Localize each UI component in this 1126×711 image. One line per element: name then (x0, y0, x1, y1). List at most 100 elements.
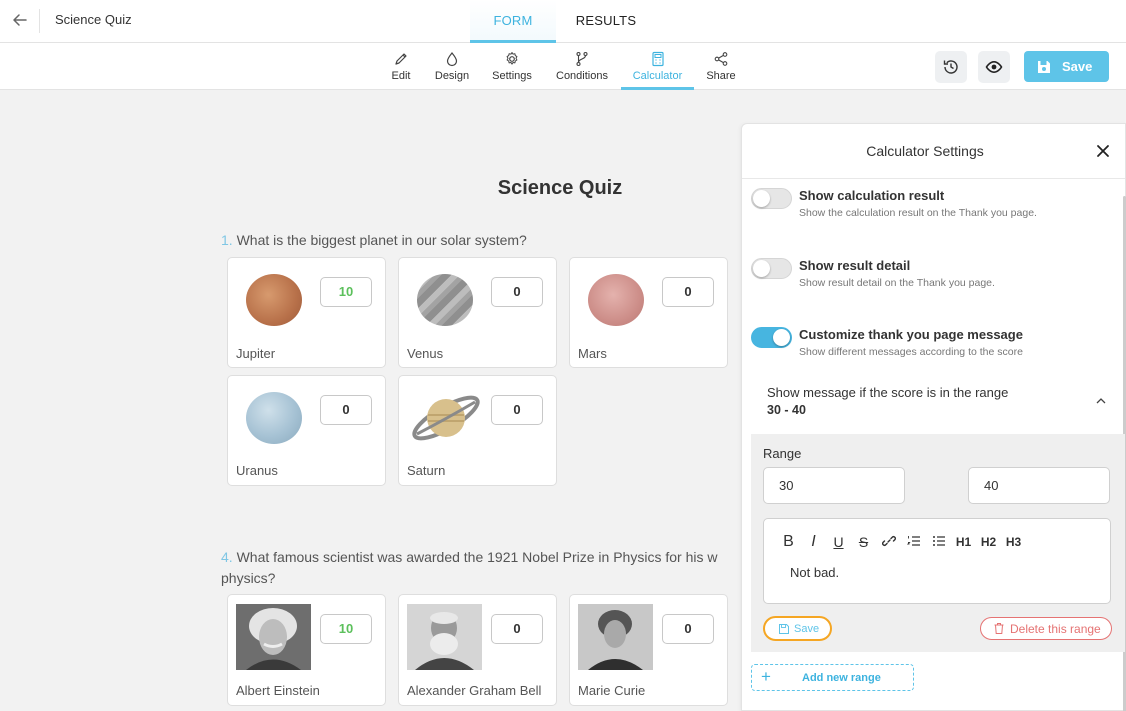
strikethrough-icon[interactable]: S (855, 534, 872, 550)
albert-einstein-photo (236, 604, 311, 670)
score-input[interactable]: 0 (491, 614, 543, 644)
score-input[interactable]: 10 (320, 614, 372, 644)
toggle-show-calculation-result[interactable] (751, 188, 792, 209)
answer-card-saturn[interactable]: 0 Saturn (398, 375, 557, 486)
score-input[interactable]: 0 (491, 395, 543, 425)
range-save-label: Save (794, 623, 820, 635)
tool-label: Settings (492, 70, 532, 82)
history-button[interactable] (935, 51, 967, 83)
answer-name: Venus (407, 346, 444, 361)
saturn-image (412, 395, 480, 441)
tool-label: Edit (391, 70, 411, 82)
editor-toolbar: Edit Design Settings Conditions Calculat… (0, 43, 1126, 90)
message-text[interactable]: Not bad. (790, 565, 839, 580)
tool-edit[interactable]: Edit (386, 43, 416, 90)
floppy-icon (779, 624, 789, 634)
score-input[interactable]: 10 (320, 277, 372, 307)
option-title: Show calculation result (799, 188, 945, 203)
bullet-list-icon[interactable] (930, 534, 947, 551)
tool-label: Calculator (632, 70, 683, 82)
close-icon[interactable] (1095, 143, 1111, 159)
range-max-input[interactable]: 40 (968, 467, 1110, 504)
link-icon[interactable] (880, 534, 897, 551)
toggle-knob (753, 260, 770, 277)
mars-image (588, 274, 644, 326)
plus-icon: + (761, 667, 771, 686)
question-number: 4. (221, 549, 233, 565)
uranus-image (246, 392, 302, 444)
alexander-graham-bell-photo (407, 604, 482, 670)
question-1: 1. What is the biggest planet in our sol… (221, 232, 527, 248)
tool-calculator[interactable]: Calculator (621, 43, 694, 90)
answer-card-curie[interactable]: 0 Marie Curie (569, 594, 728, 706)
tool-conditions[interactable]: Conditions (554, 43, 610, 90)
floppy-icon (1038, 61, 1050, 73)
tool-label: Share (706, 70, 736, 82)
score-input[interactable]: 0 (491, 277, 543, 307)
answer-card-mars[interactable]: 0 Mars (569, 257, 728, 368)
tool-design[interactable]: Design (432, 43, 472, 90)
heading1-icon[interactable]: H1 (955, 535, 972, 549)
pencil-icon (395, 53, 407, 65)
heading3-icon[interactable]: H3 (1005, 535, 1022, 549)
app-title: Science Quiz (55, 12, 132, 27)
option-title: Customize thank you page message (799, 327, 1023, 342)
venus-image (417, 274, 473, 326)
toggle-show-result-detail[interactable] (751, 258, 792, 279)
heading2-icon[interactable]: H2 (980, 535, 997, 549)
delete-range-label: Delete this range (1010, 622, 1101, 636)
answer-name: Marie Curie (578, 683, 646, 698)
gear-icon (506, 52, 518, 65)
panel-header: Calculator Settings (742, 124, 1125, 179)
tab-form[interactable]: FORM (470, 0, 556, 43)
option-description: Show different messages according to the… (799, 346, 1023, 358)
score-input[interactable]: 0 (662, 614, 714, 644)
option-description: Show result detail on the Thank you page… (799, 277, 995, 289)
eye-icon (985, 60, 1003, 74)
form-title: Science Quiz (497, 177, 623, 199)
save-label: Save (1062, 59, 1093, 74)
answer-card-jupiter[interactable]: 10 Jupiter (227, 257, 386, 368)
range-save-button[interactable]: Save (763, 616, 832, 641)
delete-range-button[interactable]: Delete this range (980, 617, 1112, 640)
italic-icon[interactable]: I (805, 533, 822, 551)
save-button[interactable]: Save (1024, 51, 1109, 82)
add-range-label: Add new range (802, 672, 881, 684)
preview-button[interactable] (978, 51, 1010, 83)
bold-icon[interactable]: B (780, 533, 797, 551)
answer-name: Saturn (407, 463, 446, 478)
underline-icon[interactable]: U (830, 534, 847, 550)
answer-card-einstein[interactable]: 10 Albert Einstein (227, 594, 386, 706)
editor-toolbar: B I U S H1 H2 H3 (780, 533, 1030, 551)
tool-label: Design (434, 70, 470, 82)
marie-curie-photo (578, 604, 653, 670)
score-input[interactable]: 0 (320, 395, 372, 425)
question-text: What is the biggest planet in our solar … (236, 232, 527, 248)
score-input[interactable]: 0 (662, 277, 714, 307)
answer-card-venus[interactable]: 0 Venus (398, 257, 557, 368)
answer-name: Mars (578, 346, 607, 361)
question-text: What famous scientist was awarded the 19… (236, 549, 718, 565)
tool-settings[interactable]: Settings (489, 43, 535, 90)
answer-name: Albert Einstein (236, 683, 320, 698)
tab-results[interactable]: RESULTS (563, 0, 649, 43)
option-description: Show the calculation result on the Thank… (799, 207, 1037, 219)
back-arrow-icon[interactable] (10, 10, 30, 30)
answer-card-bell[interactable]: 0 Alexander Graham Bell (398, 594, 557, 706)
message-editor: B I U S H1 H2 H3 Not bad. (763, 518, 1111, 604)
history-icon (943, 60, 958, 74)
panel-title: Calculator Settings (866, 143, 984, 159)
question-text-line2: physics? (221, 570, 276, 586)
chevron-up-icon[interactable] (1094, 394, 1108, 408)
ordered-list-icon[interactable] (905, 534, 922, 551)
add-new-range-button[interactable]: + Add new range (751, 664, 914, 691)
answer-card-uranus[interactable]: 0 Uranus (227, 375, 386, 486)
toggle-customize-thank-you-message[interactable] (751, 327, 792, 348)
option-title: Show result detail (799, 258, 911, 273)
droplet-icon (446, 52, 458, 67)
share-icon (714, 52, 728, 66)
answer-name: Uranus (236, 463, 278, 478)
answer-name: Jupiter (236, 346, 276, 361)
tool-share[interactable]: Share (705, 43, 737, 90)
range-min-input[interactable]: 30 (763, 467, 905, 504)
